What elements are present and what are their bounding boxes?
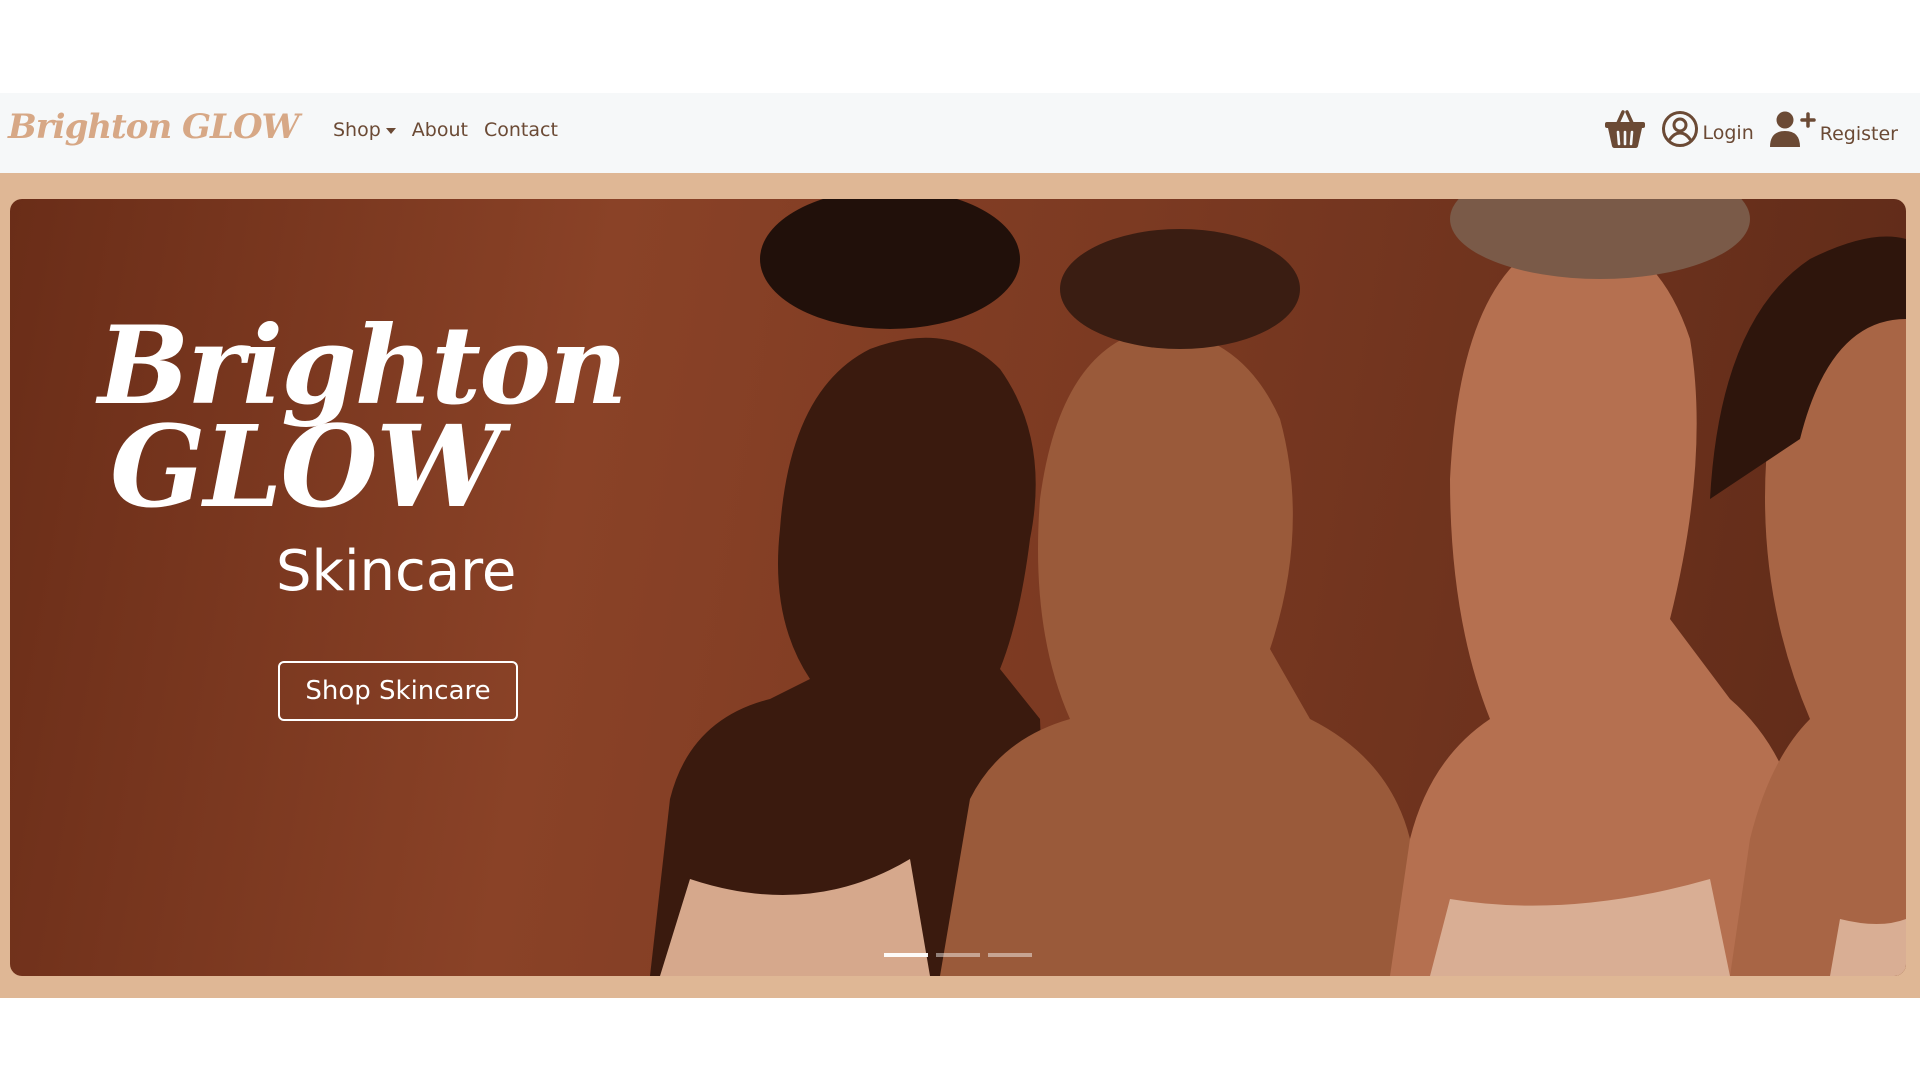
brand-logo[interactable]: Brighton GLOW <box>8 107 300 147</box>
basket-icon <box>1603 109 1647 149</box>
nav-shop-label: Shop <box>333 119 381 141</box>
carousel-indicator[interactable] <box>936 953 980 957</box>
nav-about-link[interactable]: About <box>412 119 468 141</box>
hero-section: Brighton GLOW Skincare Shop Skincare <box>0 173 1920 998</box>
nav-actions: Login Register <box>1603 109 1898 149</box>
carousel-indicator[interactable] <box>884 953 928 957</box>
login-label: Login <box>1702 122 1754 144</box>
cart-button[interactable] <box>1603 109 1647 149</box>
hero-subtitle: Skincare <box>276 539 517 604</box>
shop-skincare-button[interactable]: Shop Skincare <box>278 661 518 721</box>
hero-title: Brighton GLOW <box>98 312 628 534</box>
carousel-indicator[interactable] <box>988 953 1032 957</box>
hero-title-line2: GLOW <box>110 402 502 534</box>
nav-links: Shop About Contact <box>333 119 558 141</box>
register-button[interactable]: Register <box>1768 109 1898 149</box>
hero-carousel: Brighton GLOW Skincare Shop Skincare <box>10 199 1906 976</box>
user-circle-icon <box>1661 110 1699 148</box>
nav-shop-dropdown[interactable]: Shop <box>333 119 396 141</box>
carousel-indicators <box>884 953 1032 957</box>
navbar: Brighton GLOW Shop About Contact Login R… <box>0 93 1920 173</box>
caret-down-icon <box>385 128 396 134</box>
user-plus-icon <box>1768 109 1816 149</box>
register-label: Register <box>1819 123 1898 145</box>
nav-contact-link[interactable]: Contact <box>484 119 558 141</box>
login-button[interactable]: Login <box>1661 110 1754 148</box>
